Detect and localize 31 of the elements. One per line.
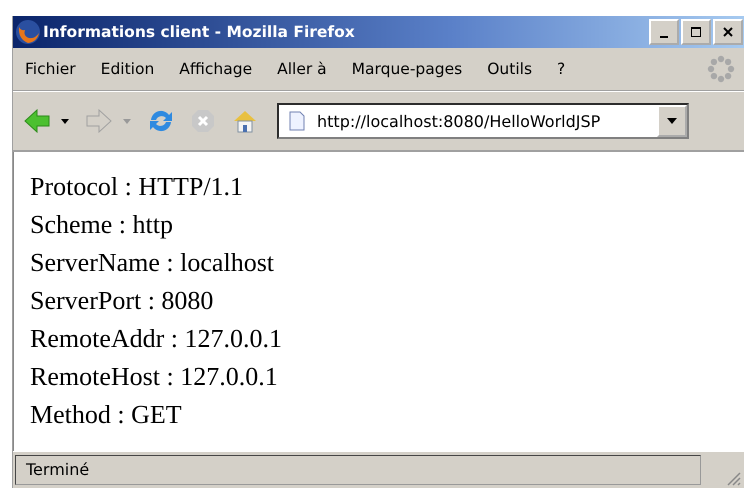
status-text: Terminé	[15, 455, 701, 485]
maximize-icon	[690, 26, 702, 38]
back-arrow-icon[interactable]	[23, 107, 51, 135]
browser-logo-icon	[15, 19, 41, 45]
info-line: RemoteHost : 127.0.0.1	[30, 362, 279, 393]
url-text: http://localhost:8080/HelloWorldJSP	[317, 112, 600, 130]
page-icon	[289, 111, 305, 131]
throbber-icon	[707, 55, 735, 83]
minimize-button[interactable]	[649, 19, 679, 45]
menu-item[interactable]: Affichage	[179, 60, 252, 78]
window-title: Informations client - Mozilla Firefox	[43, 23, 355, 41]
close-icon	[722, 26, 734, 38]
menu-item[interactable]: Aller à	[277, 60, 327, 78]
info-line: Protocol : HTTP/1.1	[30, 172, 244, 203]
maximize-button[interactable]	[681, 19, 711, 45]
menu-item[interactable]: Fichier	[25, 60, 76, 78]
address-bar[interactable]: http://localhost:8080/HelloWorldJSP	[277, 103, 689, 139]
menu-item[interactable]: ?	[557, 60, 566, 78]
menu-item[interactable]: Outils	[487, 60, 532, 78]
info-line: Method : GET	[30, 400, 183, 431]
info-line: ServerPort : 8080	[30, 286, 214, 317]
info-line: Scheme : http	[30, 210, 174, 241]
menu-item[interactable]: Edition	[100, 60, 154, 78]
url-dropdown-button[interactable]	[657, 105, 687, 137]
dropdown-caret-icon[interactable]	[61, 118, 69, 124]
menu-item[interactable]: Marque-pages	[352, 60, 462, 78]
close-button[interactable]	[713, 19, 743, 45]
info-line: ServerName : localhost	[30, 248, 276, 279]
info-line: RemoteAddr : 127.0.0.1	[30, 324, 284, 355]
caret-icon	[667, 118, 677, 124]
minimize-icon	[660, 36, 668, 38]
